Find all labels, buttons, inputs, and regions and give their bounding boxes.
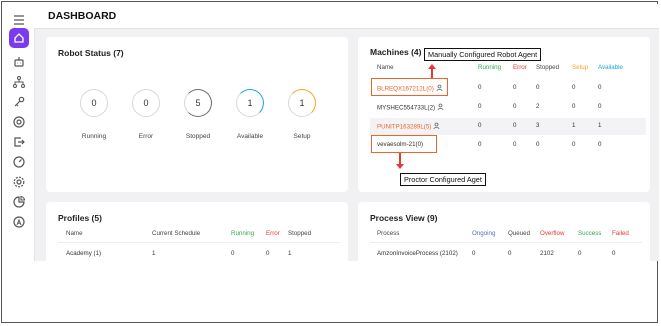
machine-setup: 0 — [572, 103, 576, 110]
machine-running: 0 — [478, 84, 482, 91]
machine-row-name[interactable]: MYSHEC554733L(2) — [377, 103, 445, 113]
proctor-agent-callout: Proctor Configured Aget — [400, 173, 486, 186]
machine-setup: 1 — [572, 122, 576, 129]
error-status-circle[interactable]: 0 — [132, 89, 160, 117]
menu-icon[interactable] — [11, 12, 27, 28]
hierarchy-icon[interactable] — [11, 74, 27, 90]
process-row-name[interactable]: AmzonInvoiceProcess (2102) — [377, 250, 458, 257]
process-failed: 0 — [612, 250, 616, 257]
process-view-title: Process View (9) — [370, 213, 438, 223]
process-col-overflow: Overflow — [540, 230, 565, 237]
process-queued: 0 — [508, 250, 512, 257]
machines-col-name: Name — [377, 64, 394, 71]
stopped-count: 5 — [195, 98, 201, 108]
error-label: Error — [138, 133, 154, 140]
key-icon[interactable] — [11, 94, 27, 110]
machine-error: 0 — [513, 84, 517, 91]
machine-row-name[interactable]: PUNITP163289L(5) — [377, 122, 441, 132]
machine-running: 0 — [478, 141, 482, 148]
machine-running: 0 — [478, 103, 482, 110]
profiles-col-schedule: Current Schedule — [152, 230, 201, 237]
user-settings-icon — [433, 122, 441, 132]
proctor-agent-highlight-box — [371, 135, 437, 153]
process-success: 0 — [578, 250, 582, 257]
profile-row-name[interactable]: Academy (1) — [66, 250, 101, 257]
setup-label: Setup — [293, 133, 311, 140]
process-col-queued: Queued — [508, 230, 531, 237]
profiles-col-name: Name — [66, 230, 83, 237]
running-status-circle[interactable]: 0 — [80, 89, 108, 117]
process-col-process: Process — [377, 230, 400, 237]
analytics-icon[interactable] — [11, 194, 27, 210]
profile-running: 0 — [231, 250, 235, 257]
manual-arrow-head — [428, 64, 436, 69]
process-view-card: Process View (9) Process Ongoing Queued … — [358, 202, 650, 261]
home-icon[interactable] — [9, 28, 29, 48]
available-count: 1 — [247, 98, 253, 108]
setup-count: 1 — [299, 98, 305, 108]
machine-setup: 0 — [572, 141, 576, 148]
screenshot-frame: DASHBOARD Robot Status (7) 0 Running 0 E… — [1, 1, 659, 323]
machine-available: 0 — [598, 103, 602, 110]
machine-stopped: 0 — [536, 141, 540, 148]
process-ongoing: 0 — [472, 250, 476, 257]
dashboard-app: DASHBOARD Robot Status (7) 0 Running 0 E… — [4, 4, 659, 261]
running-count: 0 — [91, 98, 97, 108]
available-status-circle[interactable]: 1 — [236, 89, 264, 117]
stopped-status-circle[interactable]: 5 — [184, 89, 212, 117]
robot-status-card: Robot Status (7) 0 Running 0 Error 5 Sto… — [46, 37, 348, 192]
available-label: Available — [236, 133, 264, 140]
machine-setup: 0 — [572, 84, 576, 91]
profiles-col-running: Running — [231, 230, 255, 237]
profile-stopped: 1 — [288, 250, 292, 257]
machines-col-running: Running — [478, 64, 502, 71]
manual-agent-callout: Manually Configured Robot Agent — [424, 48, 542, 61]
stopped-label: Stopped — [185, 133, 211, 140]
process-col-ongoing: Ongoing — [472, 230, 496, 237]
profiles-card: Profiles (5) Name Current Schedule Runni… — [46, 202, 348, 261]
machine-stopped: 0 — [536, 84, 540, 91]
profiles-col-stopped: Stopped — [288, 230, 312, 237]
process-divider — [370, 242, 642, 243]
sidebar — [4, 4, 35, 261]
machine-available: 1 — [598, 122, 602, 129]
page-title: DASHBOARD — [48, 10, 117, 22]
top-header: DASHBOARD — [34, 4, 659, 29]
machines-card: Machines (4) Name Running Error Stopped … — [358, 37, 650, 192]
setup-status-circle[interactable]: 1 — [288, 89, 316, 117]
profiles-title: Profiles (5) — [58, 213, 102, 223]
machine-stopped: 3 — [536, 122, 540, 129]
profile-schedule: 1 — [152, 250, 156, 257]
machine-stopped: 2 — [536, 103, 540, 110]
robot-icon[interactable] — [11, 54, 27, 70]
machine-error: 0 — [513, 141, 517, 148]
machine-error: 0 — [513, 103, 517, 110]
gauge-icon[interactable] — [11, 154, 27, 170]
machine-error: 0 — [513, 122, 517, 129]
robot-status-title: Robot Status (7) — [58, 48, 124, 58]
export-icon[interactable] — [11, 134, 27, 150]
settings-icon[interactable] — [11, 174, 27, 190]
machines-title: Machines (4) — [370, 47, 422, 57]
machine-running: 0 — [478, 122, 482, 129]
machine-available: 0 — [598, 141, 602, 148]
running-label: Running — [81, 133, 107, 140]
target-icon[interactable] — [11, 114, 27, 130]
user-circle-icon[interactable] — [11, 214, 27, 230]
user-settings-icon — [437, 103, 445, 113]
profiles-col-error: Error — [266, 230, 280, 237]
process-col-success: Success — [578, 230, 602, 237]
manual-agent-highlight-box — [371, 78, 448, 96]
profile-error: 0 — [266, 250, 270, 257]
profiles-divider — [58, 242, 340, 243]
proctor-arrow-head — [396, 164, 404, 169]
process-col-failed: Failed — [612, 230, 629, 237]
machines-col-stopped: Stopped — [536, 64, 560, 71]
error-count: 0 — [143, 98, 149, 108]
machines-col-available: Available — [598, 64, 623, 71]
machines-col-setup: Setup — [572, 64, 589, 71]
machines-col-error: Error — [513, 64, 527, 71]
machine-available: 0 — [598, 84, 602, 91]
process-overflow: 2102 — [540, 250, 554, 257]
